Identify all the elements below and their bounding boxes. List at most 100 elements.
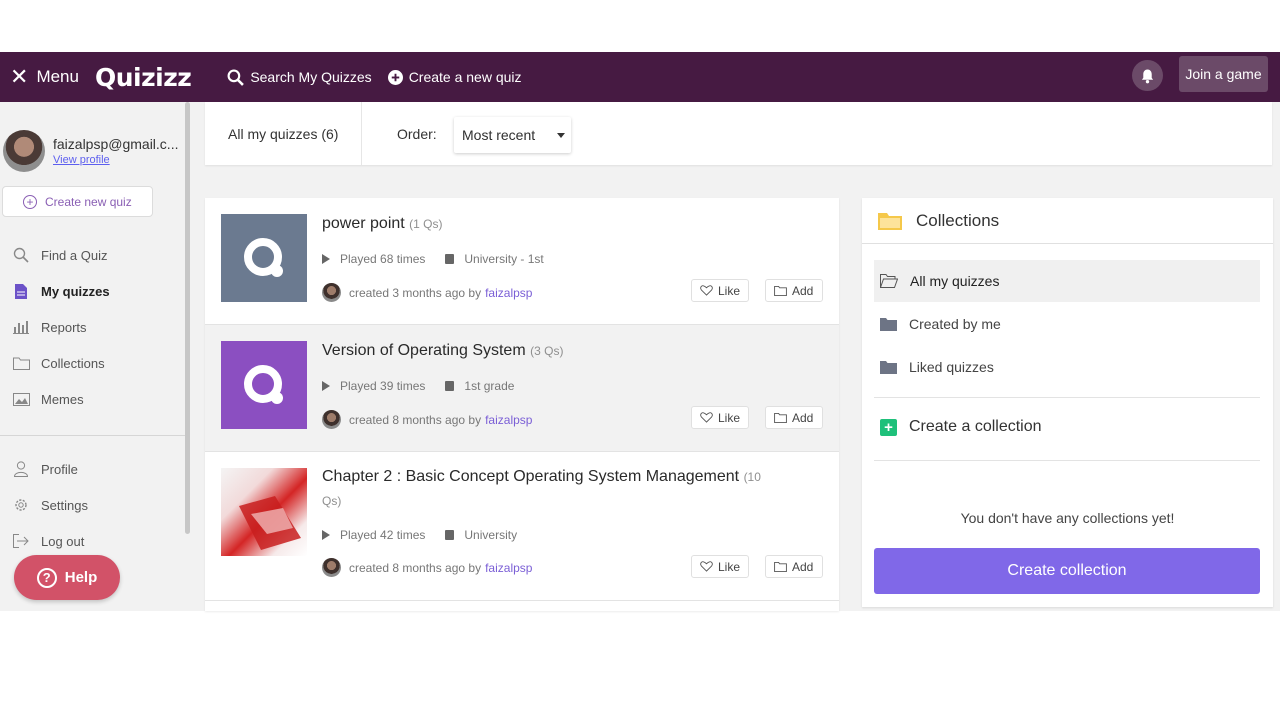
quiz-creator: created 8 months ago by faizalpsp	[322, 410, 532, 429]
sidebar-item-label: Find a Quiz	[41, 247, 108, 263]
quiz-thumbnail[interactable]	[221, 341, 307, 429]
add-button[interactable]: Add	[765, 555, 823, 578]
sidebar-item-label: Log out	[41, 533, 85, 549]
create-new-quiz-link[interactable]: Create a new quiz	[387, 69, 522, 85]
sidebar-item-profile[interactable]: Profile	[12, 461, 78, 477]
folder-icon	[774, 561, 787, 572]
quizizz-logo[interactable]: Quizizz	[95, 63, 192, 92]
collection-item-liked-quizzes[interactable]: Liked quizzes	[874, 346, 1260, 388]
user-icon	[12, 461, 30, 477]
avatar	[322, 283, 341, 302]
avatar	[322, 558, 341, 577]
collection-item-label: All my quizzes	[910, 273, 1000, 289]
sidebar-item-label: Collections	[41, 355, 105, 371]
logout-icon	[12, 533, 30, 549]
quiz-meta: Played 39 times 1st grade	[322, 379, 514, 393]
quiz-grade: University - 1st	[464, 252, 544, 266]
quiz-card[interactable]: Chapter 2 : Basic Concept Operating Syst…	[205, 452, 839, 601]
gear-icon	[12, 497, 30, 513]
sidebar-item-collections[interactable]: Collections	[12, 355, 105, 371]
question-count: (1 Qs)	[409, 217, 443, 231]
document-icon	[12, 283, 30, 299]
sidebar-item-label: Reports	[41, 319, 87, 335]
quiz-thumbnail[interactable]	[221, 468, 307, 556]
create-new-quiz-label: Create new quiz	[45, 194, 132, 209]
collections-header: Collections	[862, 198, 1273, 244]
add-button[interactable]: Add	[765, 279, 823, 302]
create-new-quiz-label: Create a new quiz	[408, 69, 522, 85]
quiz-title[interactable]: Chapter 2 : Basic Concept Operating Syst…	[322, 465, 792, 513]
search-my-quizzes-label: Search My Quizzes	[250, 69, 372, 85]
quiz-card[interactable]: power point (1 Qs) Played 68 times Unive…	[205, 198, 839, 325]
search-icon	[12, 247, 30, 263]
quiz-thumbnail[interactable]	[221, 214, 307, 302]
sidebar-item-find-a-quiz[interactable]: Find a Quiz	[12, 247, 107, 263]
search-icon	[227, 69, 245, 86]
sidebar-item-reports[interactable]: Reports	[12, 319, 87, 335]
collection-item-all-my-quizzes[interactable]: All my quizzes	[874, 260, 1260, 302]
menu-button[interactable]: ✕ Menu	[10, 66, 79, 88]
sidebar-item-settings[interactable]: Settings	[12, 497, 88, 513]
join-a-game-button[interactable]: Join a game	[1179, 56, 1268, 92]
sidebar-item-label: Memes	[41, 391, 84, 407]
quiz-grade: University	[464, 528, 518, 542]
sidebar-item-label: Profile	[41, 461, 78, 477]
quiz-creator: created 8 months ago by faizalpsp	[322, 558, 532, 577]
creator-link[interactable]: faizalpsp	[485, 286, 532, 300]
profile-summary: faizalpsp@gmail.c... View profile	[3, 130, 178, 172]
quiz-title[interactable]: power point (1 Qs)	[322, 215, 443, 233]
collection-item-created-by-me[interactable]: Created by me	[874, 303, 1260, 345]
like-button[interactable]: Like	[691, 279, 749, 302]
created-text: created 8 months ago by	[349, 412, 482, 427]
quiz-list: power point (1 Qs) Played 68 times Unive…	[205, 198, 839, 611]
top-navbar: ✕ Menu Quizizz Search My Quizzes Create …	[0, 52, 1280, 102]
heart-icon	[700, 412, 713, 423]
folder-icon	[774, 285, 787, 296]
quiz-title[interactable]: Version of Operating System (3 Qs)	[322, 342, 563, 360]
all-my-quizzes-filter[interactable]: All my quizzes (6)	[228, 126, 338, 142]
collections-panel: Collections All my quizzes Created by me…	[862, 198, 1273, 607]
help-button[interactable]: ? Help	[14, 555, 120, 600]
sidebar-item-label: Settings	[41, 497, 88, 513]
help-label: Help	[64, 569, 98, 586]
plus-circle-icon: +	[23, 194, 37, 209]
sidebar-item-log-out[interactable]: Log out	[12, 533, 84, 549]
quiz-card[interactable]: Version of Operating System (3 Qs) Playe…	[205, 325, 839, 452]
played-count: Played 39 times	[340, 379, 426, 393]
folder-icon	[880, 360, 897, 374]
yellow-folder-icon	[878, 212, 902, 230]
create-a-collection-link[interactable]: + Create a collection	[880, 418, 1042, 436]
creator-link[interactable]: faizalpsp	[485, 561, 532, 575]
sidebar-item-my-quizzes[interactable]: My quizzes	[12, 283, 110, 299]
plus-circle-icon	[387, 69, 403, 85]
quiz-meta: Played 68 times University - 1st	[322, 252, 544, 266]
created-text: created 3 months ago by	[349, 285, 482, 300]
order-select[interactable]: Most recent	[454, 117, 571, 153]
collection-item-label: Created by me	[909, 316, 1001, 332]
create-a-collection-label: Create a collection	[909, 418, 1042, 435]
search-my-quizzes-link[interactable]: Search My Quizzes	[227, 69, 372, 86]
avatar	[322, 410, 341, 429]
avatar[interactable]	[3, 130, 45, 172]
sidebar-item-memes[interactable]: Memes	[12, 391, 84, 407]
like-button[interactable]: Like	[691, 555, 749, 578]
book-icon	[445, 530, 455, 540]
creator-link[interactable]: faizalpsp	[485, 413, 532, 427]
played-count: Played 68 times	[340, 252, 426, 266]
notifications-button[interactable]	[1132, 60, 1163, 91]
sidebar-scrollbar[interactable]	[185, 102, 190, 534]
view-profile-link[interactable]: View profile	[53, 154, 178, 166]
quizizz-q-icon	[244, 238, 283, 277]
image-icon	[12, 391, 30, 407]
bar-chart-icon	[12, 319, 30, 335]
play-icon	[322, 381, 330, 391]
create-collection-button[interactable]: Create collection	[874, 548, 1260, 594]
caret-down-icon	[557, 133, 565, 138]
add-button[interactable]: Add	[765, 406, 823, 429]
order-select-value: Most recent	[462, 127, 536, 143]
create-new-quiz-button[interactable]: + Create new quiz	[2, 186, 153, 217]
like-button[interactable]: Like	[691, 406, 749, 429]
question-count: (10	[743, 470, 761, 484]
close-icon: ✕	[10, 64, 29, 89]
quiz-meta: Played 42 times University	[322, 528, 517, 542]
